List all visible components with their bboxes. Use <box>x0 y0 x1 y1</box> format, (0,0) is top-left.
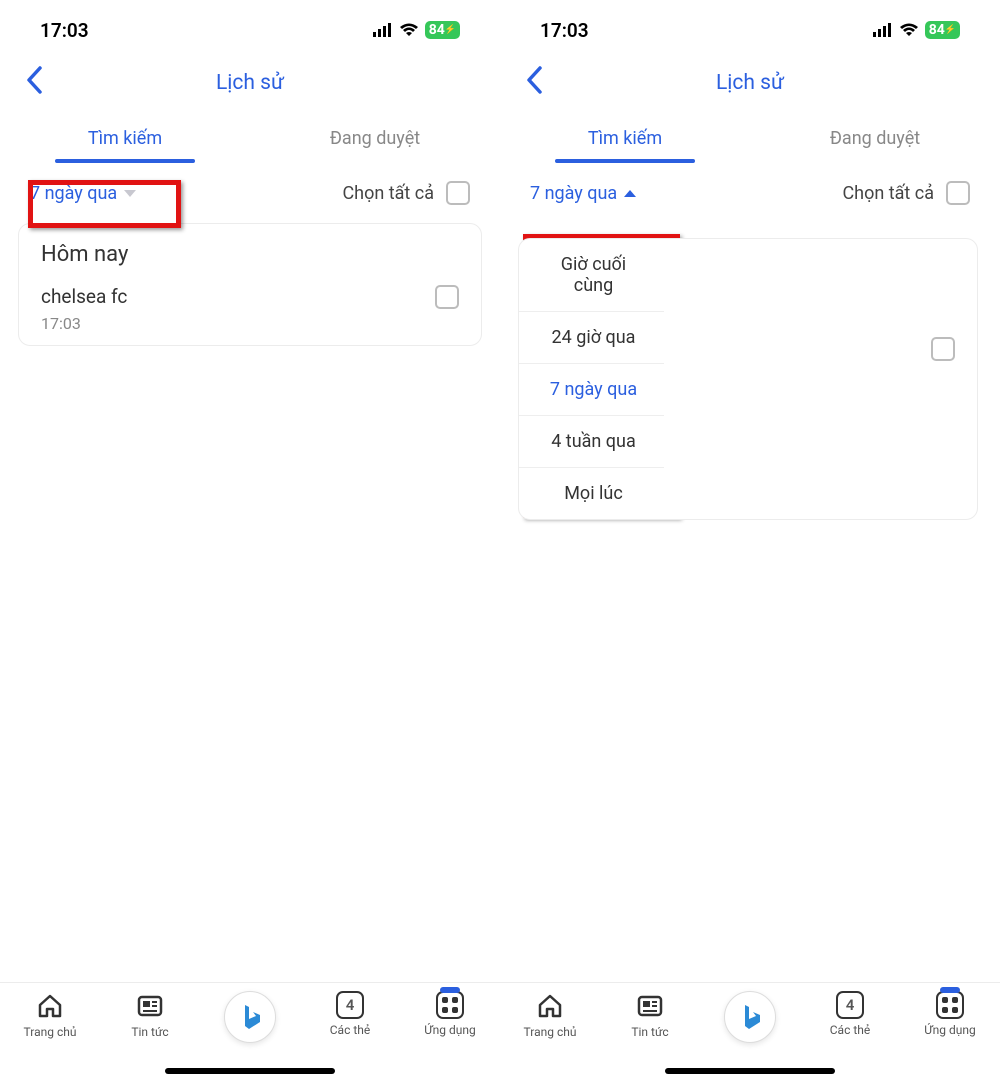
back-button[interactable] <box>526 64 542 102</box>
wifi-icon <box>399 19 419 42</box>
history-item-text-wrap: chelsea fc 17:03 <box>41 285 127 333</box>
tabs-count-icon: 4 <box>836 991 864 1019</box>
dropdown-option-7days[interactable]: 7 ngày qua <box>519 364 664 416</box>
signal-icon <box>873 19 893 42</box>
status-time: 17:03 <box>540 19 589 42</box>
filter-row: 7 ngày qua Chọn tất cả <box>0 163 500 219</box>
home-icon <box>535 991 565 1021</box>
screen-left: 17:03 84⚡ Lịch sử Tìm kiếm Đang duyệt 7 … <box>0 0 500 1082</box>
apps-active-indicator <box>440 987 460 993</box>
history-card: Hôm nay chelsea fc 17:03 <box>18 223 482 346</box>
apps-icon <box>436 991 464 1019</box>
dropdown-option-last-hour[interactable]: Giờ cuối cùng <box>519 239 664 312</box>
nav-home[interactable]: Trang chủ <box>0 991 100 1039</box>
dropdown-list: Giờ cuối cùng 24 giờ qua 7 ngày qua 4 tu… <box>519 239 664 519</box>
tabs-count-icon: 4 <box>336 991 364 1019</box>
nav-apps[interactable]: Ứng dụng <box>900 991 1000 1037</box>
page-title: Lịch sử <box>216 71 284 95</box>
home-indicator[interactable] <box>165 1068 335 1074</box>
select-all-label: Chọn tất cả <box>842 183 934 204</box>
tabs: Tìm kiếm Đang duyệt <box>0 118 500 163</box>
nav-news[interactable]: Tin tức <box>600 991 700 1039</box>
filter-label: 7 ngày qua <box>530 183 617 204</box>
bing-icon <box>724 991 776 1043</box>
tab-search[interactable]: Tìm kiếm <box>0 118 250 163</box>
history-item[interactable]: chelsea fc 17:03 <box>41 285 459 333</box>
status-bar: 17:03 84⚡ <box>500 0 1000 50</box>
tab-browsing[interactable]: Đang duyệt <box>750 118 1000 163</box>
tabs: Tìm kiếm Đang duyệt <box>500 118 1000 163</box>
battery-badge: 84⚡ <box>925 21 960 39</box>
select-all[interactable]: Chọn tất cả <box>342 181 470 205</box>
filter-row: 7 ngày qua Chọn tất cả <box>500 163 1000 219</box>
nav-tabs[interactable]: 4 Các thẻ <box>300 991 400 1037</box>
history-item-text: chelsea fc <box>41 285 127 308</box>
apps-icon <box>936 991 964 1019</box>
history-item-checkbox[interactable] <box>435 285 459 309</box>
tab-browsing[interactable]: Đang duyệt <box>250 118 500 163</box>
time-filter-menu: Giờ cuối cùng 24 giờ qua 7 ngày qua 4 tu… <box>518 238 978 520</box>
wifi-icon <box>899 19 919 42</box>
apps-active-indicator <box>940 987 960 993</box>
time-filter-dropdown[interactable]: 7 ngày qua <box>530 183 636 204</box>
status-bar: 17:03 84⚡ <box>0 0 500 50</box>
nav-bing[interactable] <box>700 991 800 1043</box>
nav-news[interactable]: Tin tức <box>100 991 200 1039</box>
news-icon <box>135 991 165 1021</box>
nav-header: Lịch sử <box>500 50 1000 110</box>
select-all[interactable]: Chọn tất cả <box>842 181 970 205</box>
news-icon <box>635 991 665 1021</box>
status-right: 84⚡ <box>873 19 960 42</box>
history-item-checkbox[interactable] <box>931 337 955 361</box>
nav-home[interactable]: Trang chủ <box>500 991 600 1039</box>
screen-right: 17:03 84⚡ Lịch sử Tìm kiếm Đang duyệt 7 … <box>500 0 1000 1082</box>
status-time: 17:03 <box>40 19 89 42</box>
nav-header: Lịch sử <box>0 50 500 110</box>
tab-search[interactable]: Tìm kiếm <box>500 118 750 163</box>
nav-bing[interactable] <box>200 991 300 1043</box>
status-right: 84⚡ <box>373 19 460 42</box>
dropdown-option-alltime[interactable]: Mọi lúc <box>519 468 664 519</box>
page-title: Lịch sử <box>716 71 784 95</box>
time-filter-dropdown[interactable]: 7 ngày qua <box>30 183 136 204</box>
dropdown-option-24h[interactable]: 24 giờ qua <box>519 312 664 364</box>
battery-badge: 84⚡ <box>425 21 460 39</box>
bing-icon <box>224 991 276 1043</box>
chevron-down-icon <box>124 190 136 197</box>
home-indicator[interactable] <box>665 1068 835 1074</box>
filter-label: 7 ngày qua <box>30 183 117 204</box>
select-all-checkbox[interactable] <box>446 181 470 205</box>
home-icon <box>35 991 65 1021</box>
card-day-label: Hôm nay <box>41 242 459 267</box>
bottom-nav: Trang chủ Tin tức 4 Các thẻ <box>0 982 500 1082</box>
signal-icon <box>373 19 393 42</box>
nav-tabs[interactable]: 4 Các thẻ <box>800 991 900 1037</box>
select-all-checkbox[interactable] <box>946 181 970 205</box>
dropdown-option-4weeks[interactable]: 4 tuần qua <box>519 416 664 468</box>
back-button[interactable] <box>26 64 42 102</box>
select-all-label: Chọn tất cả <box>342 183 434 204</box>
history-item-time: 17:03 <box>41 314 127 333</box>
bottom-nav: Trang chủ Tin tức 4 Các thẻ <box>500 982 1000 1082</box>
chevron-up-icon <box>624 190 636 197</box>
nav-apps[interactable]: Ứng dụng <box>400 991 500 1037</box>
